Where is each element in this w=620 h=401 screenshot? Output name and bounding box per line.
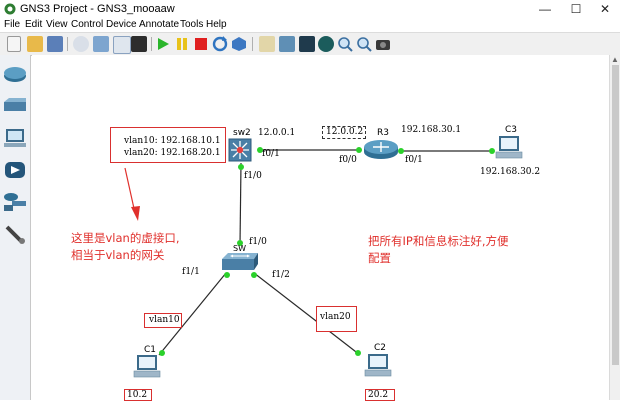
gns3-app-icon bbox=[4, 3, 16, 15]
sw-switch-icon[interactable] bbox=[221, 251, 259, 273]
c3-ip-label: 192.168.30.2 bbox=[480, 167, 541, 177]
r3-ip-right-label: 192.168.30.1 bbox=[401, 125, 462, 135]
c1-vlan-label: vlan10 bbox=[149, 315, 180, 325]
annotation-label-all-info-line1: 把所有IP和信息标注好,方便 bbox=[368, 234, 509, 248]
vlan10-gateway-label: vlan10: 192.168.10.1 bbox=[124, 136, 221, 146]
vlan20-gateway-label: vlan20: 192.168.20.1 bbox=[124, 148, 221, 158]
switch-icon[interactable] bbox=[3, 95, 27, 117]
save-project-icon[interactable] bbox=[47, 36, 63, 52]
window-title: GNS3 Project - GNS3_mooaaw bbox=[20, 3, 175, 15]
c2-pc-icon[interactable] bbox=[363, 353, 393, 379]
sw2-multilayer-switch-icon[interactable] bbox=[228, 138, 252, 162]
draw-rectangle-icon[interactable] bbox=[299, 36, 315, 52]
vlan-interfaces-note[interactable]: vlan10: 192.168.10.1 vlan20: 192.168.20.… bbox=[110, 127, 226, 163]
r3-port-f0-1: f0/1 bbox=[405, 155, 423, 165]
zoom-in-icon[interactable] bbox=[337, 36, 353, 52]
close-button[interactable]: ✕ bbox=[590, 0, 620, 19]
sw2-ip-label: 12.0.0.1 bbox=[258, 128, 296, 138]
r3-router-icon[interactable] bbox=[363, 138, 399, 160]
sw2-port-f1-0: f1/0 bbox=[244, 171, 262, 181]
r3-ip-note[interactable]: 12.0.0.2 bbox=[322, 126, 366, 139]
draw-ellipse-icon[interactable] bbox=[318, 36, 334, 52]
annotation-arrow-head bbox=[131, 206, 140, 221]
maximize-button[interactable]: ☐ bbox=[561, 0, 591, 19]
open-project-icon[interactable] bbox=[27, 36, 43, 52]
c1-vlan-note[interactable]: vlan10 bbox=[144, 313, 182, 328]
title-bar: GNS3 Project - GNS3_mooaaw — ☐ ✕ bbox=[0, 0, 620, 20]
all-devices-icon[interactable] bbox=[3, 191, 27, 213]
annotation-label-all-info[interactable]: 把所有IP和信息标注好,方便 配置 bbox=[368, 233, 508, 267]
link-layer bbox=[124, 147, 495, 356]
menu-view[interactable]: View bbox=[46, 19, 68, 30]
annotation-arrow bbox=[124, 167, 136, 214]
menu-tools[interactable]: Tools bbox=[180, 19, 203, 30]
c3-name: C3 bbox=[505, 125, 518, 135]
annotation-vlan-interface[interactable]: 这里是vlan的虚接口, 相当于vlan的网关 bbox=[71, 230, 180, 264]
r3-ip-left-label: 12.0.0.2 bbox=[326, 127, 364, 137]
annotation-vlan-interface-line2: 相当于vlan的网关 bbox=[71, 248, 165, 262]
console-icon[interactable] bbox=[131, 36, 147, 52]
menu-edit[interactable]: Edit bbox=[25, 19, 42, 30]
sw2-name: sw2 bbox=[233, 128, 251, 138]
c2-ip-note[interactable]: 20.2 bbox=[365, 389, 395, 401]
show-interface-labels-icon[interactable] bbox=[93, 36, 109, 52]
annotation-vlan-interface-line1: 这里是vlan的虚接口, bbox=[71, 231, 180, 245]
menu-help[interactable]: Help bbox=[206, 19, 227, 30]
c2-vlan-note[interactable]: vlan20 bbox=[316, 306, 357, 332]
port-status-dot bbox=[238, 164, 244, 170]
scrollbar-thumb[interactable] bbox=[612, 65, 619, 365]
end-device-icon[interactable] bbox=[3, 127, 27, 149]
stop-all-icon[interactable] bbox=[193, 36, 209, 52]
port-status-dot bbox=[355, 350, 361, 356]
c1-ip-label: 10.2 bbox=[127, 390, 148, 400]
port-status-dot bbox=[356, 147, 362, 153]
menu-control[interactable]: Control bbox=[71, 19, 103, 30]
snapshot-icon[interactable] bbox=[73, 36, 89, 52]
menu-bar: File Edit View Control Device Annotate T… bbox=[0, 19, 620, 32]
scroll-up-arrow-icon[interactable]: ▲ bbox=[611, 55, 619, 64]
r3-name: R3 bbox=[377, 128, 389, 138]
c3-pc-icon[interactable] bbox=[494, 135, 524, 161]
sw-port-f1-1: f1/1 bbox=[182, 267, 200, 277]
canvas-vertical-scrollbar[interactable]: ▲ bbox=[609, 55, 620, 400]
menu-annotate[interactable]: Annotate bbox=[139, 19, 179, 30]
add-link-icon[interactable] bbox=[113, 36, 131, 54]
toolbar bbox=[0, 32, 620, 56]
c2-ip-label: 20.2 bbox=[368, 390, 389, 400]
sw2-port-f0-1: f0/1 bbox=[262, 149, 280, 159]
start-all-icon[interactable] bbox=[155, 36, 171, 52]
sw-port-f1-0: f1/0 bbox=[249, 237, 267, 247]
c1-pc-icon[interactable] bbox=[132, 354, 162, 380]
suspend-all-icon[interactable] bbox=[174, 36, 190, 52]
security-device-icon[interactable] bbox=[3, 159, 27, 181]
sw-port-f1-2: f1/2 bbox=[272, 270, 290, 280]
c2-vlan-label: vlan20 bbox=[320, 312, 351, 322]
annotation-label-all-info-line2: 配置 bbox=[368, 251, 391, 265]
screenshot-icon[interactable] bbox=[375, 36, 391, 52]
topology-canvas[interactable]: vlan10: 192.168.10.1 vlan20: 192.168.20.… bbox=[32, 55, 609, 401]
zoom-out-icon[interactable] bbox=[356, 36, 372, 52]
c1-ip-note[interactable]: 10.2 bbox=[124, 389, 152, 401]
link-sw2-sw bbox=[239, 162, 242, 246]
menu-device[interactable]: Device bbox=[106, 19, 137, 30]
add-note-icon[interactable] bbox=[259, 36, 275, 52]
device-panel bbox=[0, 55, 31, 400]
c2-name: C2 bbox=[374, 343, 387, 353]
add-link-icon[interactable] bbox=[3, 223, 27, 245]
menu-file[interactable]: File bbox=[4, 19, 20, 30]
virtualbox-icon[interactable] bbox=[231, 36, 247, 52]
r3-port-f0-0: f0/0 bbox=[339, 155, 357, 165]
add-image-icon[interactable] bbox=[279, 36, 295, 52]
minimize-button[interactable]: — bbox=[530, 0, 560, 19]
reload-all-icon[interactable] bbox=[212, 36, 228, 52]
new-project-icon[interactable] bbox=[7, 36, 21, 52]
router-icon[interactable] bbox=[3, 63, 27, 85]
